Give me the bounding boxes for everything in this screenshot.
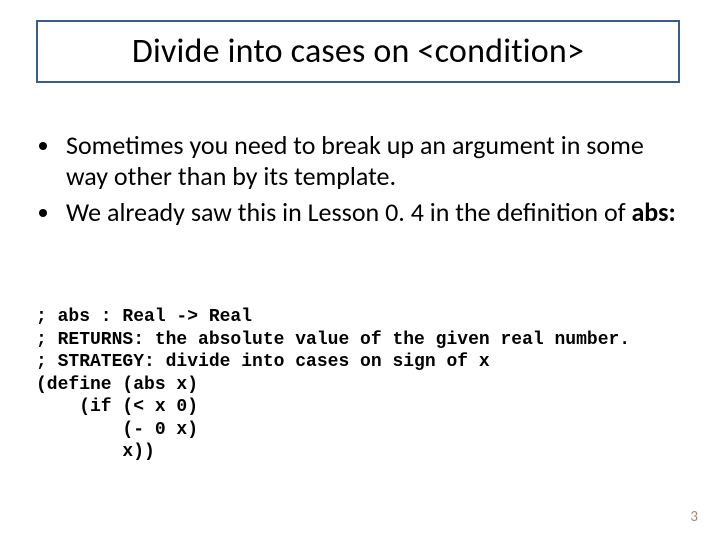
bullet-bold: abs: bbox=[631, 196, 675, 228]
page-number: 3 bbox=[690, 508, 698, 526]
slide-title: Divide into cases on <condition> bbox=[52, 32, 664, 71]
bullet-list: Sometimes you need to break up an argume… bbox=[36, 130, 684, 228]
body: Sometimes you need to break up an argume… bbox=[36, 130, 684, 234]
code-block: ; abs : Real -> Real ; RETURNS: the abso… bbox=[36, 306, 684, 464]
bullet-text: Sometimes you need to break up an argume… bbox=[66, 129, 644, 192]
slide: Divide into cases on <condition> Sometim… bbox=[0, 0, 720, 540]
bullet-text: We already saw this in Lesson 0. 4 in th… bbox=[66, 196, 631, 228]
list-item: We already saw this in Lesson 0. 4 in th… bbox=[62, 197, 684, 228]
title-box: Divide into cases on <condition> bbox=[36, 20, 680, 83]
list-item: Sometimes you need to break up an argume… bbox=[62, 130, 684, 191]
